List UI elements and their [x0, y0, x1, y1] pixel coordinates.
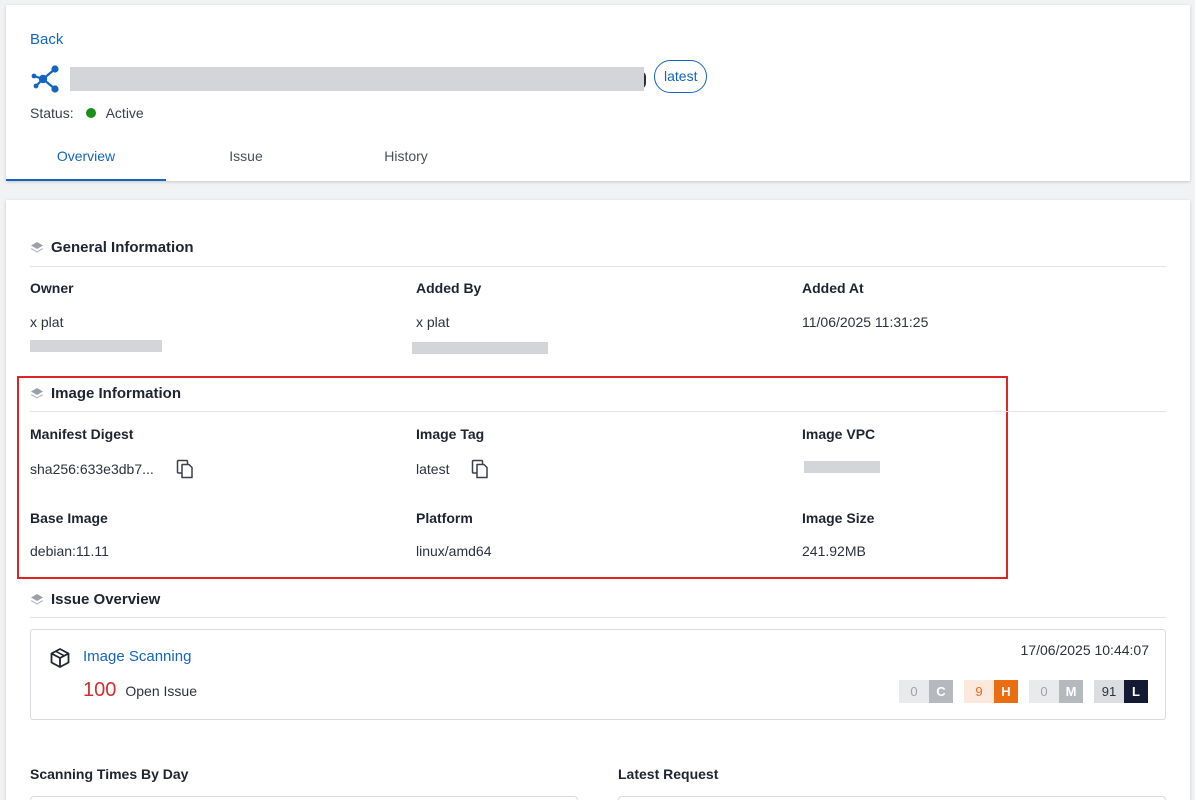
open-issue-count: 100 Open Issue — [83, 679, 197, 702]
added-by-email-redacted — [412, 342, 548, 354]
copy-icon[interactable] — [176, 459, 194, 479]
image-tag-label: Image Tag — [416, 426, 485, 442]
image-scanning-link[interactable]: Image Scanning — [83, 648, 191, 665]
status-label: Status: — [30, 105, 74, 121]
owner-value: x plat — [30, 314, 64, 330]
image-name-redacted — [70, 67, 644, 91]
low-letter: L — [1124, 680, 1148, 703]
added-by-value: x plat — [416, 314, 450, 330]
layers-icon — [31, 387, 43, 399]
image-tag-row: latest — [416, 459, 489, 479]
owner-email-redacted — [30, 340, 162, 352]
image-header-card: Back latest Status: Active Overview Issu… — [6, 5, 1190, 181]
layers-icon — [31, 241, 43, 253]
open-issue-number: 100 — [83, 679, 117, 701]
issue-overview-heading: Issue Overview — [30, 591, 160, 608]
scan-timestamp: 17/06/2025 10:44:07 — [1020, 642, 1149, 658]
base-image-label: Base Image — [30, 510, 108, 526]
critical-count: 0 — [899, 680, 929, 703]
status-value: Active — [105, 105, 144, 121]
package-box-icon — [50, 648, 70, 668]
copy-icon[interactable] — [471, 459, 489, 479]
general-info-heading: General Information — [30, 239, 194, 256]
manifest-digest-value: sha256:633e3db7... — [30, 461, 154, 477]
image-info-divider — [30, 411, 1166, 412]
added-at-label: Added At — [802, 280, 864, 296]
added-by-label: Added By — [416, 280, 482, 296]
image-size-value: 241.92MB — [802, 543, 866, 559]
issue-overview-title: Issue Overview — [51, 591, 161, 608]
scanning-times-label: Scanning Times By Day — [30, 766, 189, 782]
image-info-title: Image Information — [51, 385, 182, 402]
severity-high-badge: 9 H — [964, 680, 1018, 703]
low-count: 91 — [1094, 680, 1124, 703]
latest-request-label: Latest Request — [618, 766, 719, 782]
issue-overview-divider — [30, 617, 1166, 618]
platform-label: Platform — [416, 510, 473, 526]
high-count: 9 — [964, 680, 994, 703]
critical-letter: C — [929, 680, 953, 703]
owner-label: Owner — [30, 280, 74, 296]
high-letter: H — [994, 680, 1018, 703]
image-size-label: Image Size — [802, 510, 875, 526]
overview-content-card: General Information Owner x plat Added B… — [6, 200, 1190, 800]
severity-low-badge: 91 L — [1094, 680, 1148, 703]
image-vpc-label: Image VPC — [802, 426, 876, 442]
network-nodes-icon — [31, 65, 59, 93]
general-info-divider — [30, 266, 1166, 267]
status-indicator-icon — [85, 108, 96, 118]
open-issue-label: Open Issue — [125, 683, 197, 699]
tag-badge: latest — [654, 60, 708, 93]
back-link[interactable]: Back — [30, 31, 63, 48]
base-image-value: debian:11.11 — [30, 543, 109, 559]
manifest-digest-row: sha256:633e3db7... — [30, 459, 194, 479]
latest-request-panel — [618, 796, 1166, 800]
general-info-title: General Information — [51, 239, 194, 256]
tab-history[interactable]: History — [326, 135, 486, 181]
added-at-value: 11/06/2025 11:31:25 — [802, 314, 929, 330]
tab-overview[interactable]: Overview — [6, 135, 166, 181]
severity-critical-badge: 0 C — [899, 680, 953, 703]
severity-medium-badge: 0 M — [1029, 680, 1083, 703]
image-vpc-redacted — [804, 461, 880, 473]
image-info-heading: Image Information — [30, 385, 181, 402]
scanning-times-panel — [30, 796, 578, 800]
image-tag-value: latest — [416, 461, 450, 477]
image-scanning-card: Image Scanning 17/06/2025 10:44:07 100 O… — [30, 629, 1166, 720]
medium-count: 0 — [1029, 680, 1059, 703]
tab-bar: Overview Issue History — [6, 135, 486, 181]
tab-issue[interactable]: Issue — [166, 135, 326, 181]
medium-letter: M — [1059, 680, 1083, 703]
layers-icon — [31, 593, 43, 605]
manifest-digest-label: Manifest Digest — [30, 426, 134, 442]
status-row: Status: Active — [30, 105, 144, 121]
platform-value: linux/amd64 — [416, 543, 492, 559]
